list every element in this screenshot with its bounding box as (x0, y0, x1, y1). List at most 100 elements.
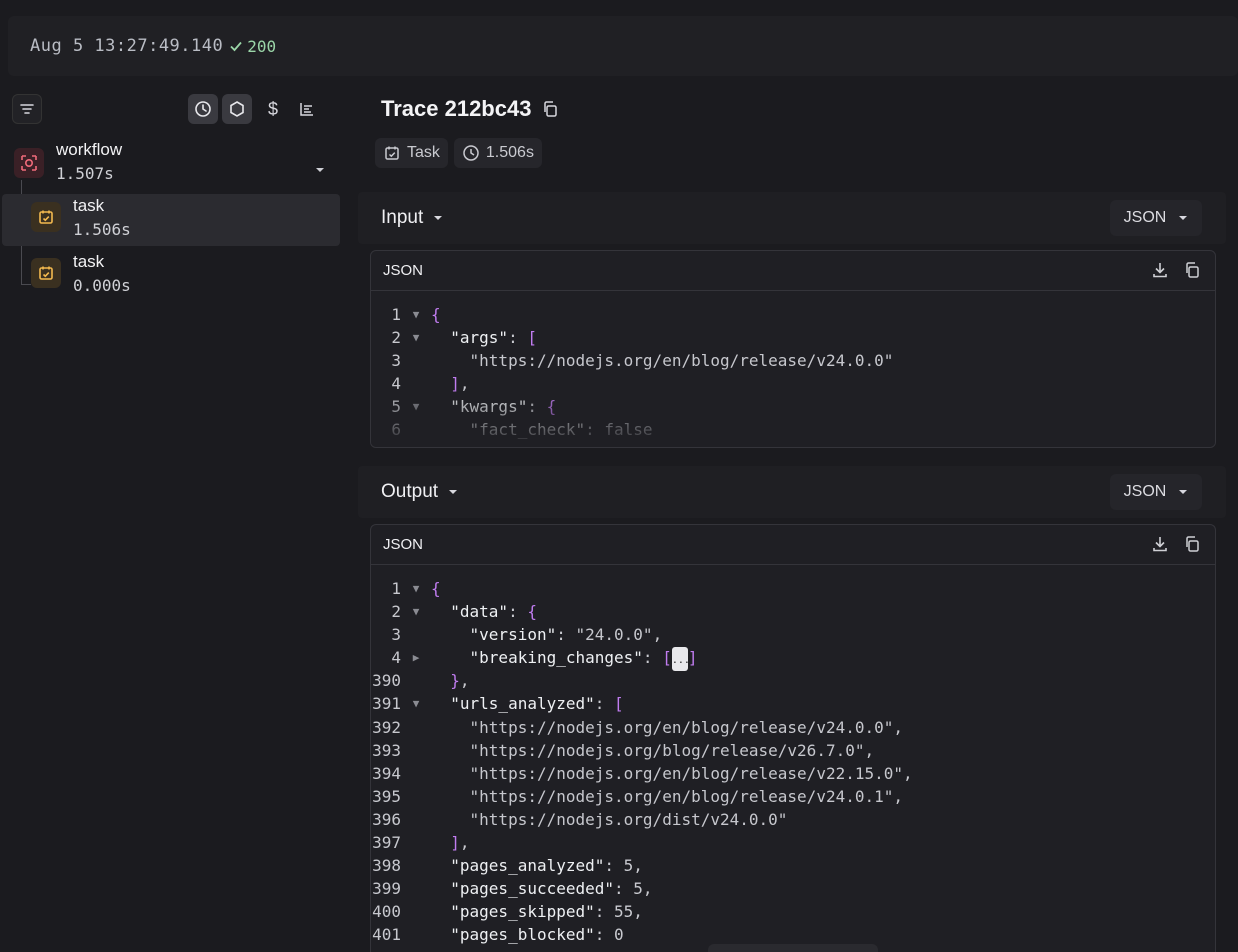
fold-toggle-icon[interactable]: ▶ (401, 646, 431, 669)
filter-icon (20, 104, 34, 114)
input-toggle[interactable]: Input (381, 207, 443, 229)
output-format-select[interactable]: JSON (1110, 474, 1202, 510)
fold-gutter (401, 762, 431, 785)
format-label: JSON (1123, 209, 1167, 226)
line-number: 4 (391, 374, 401, 394)
code-text: }, (450, 671, 470, 691)
clock-icon (195, 101, 211, 117)
code-text: "urls_analyzed": [ (450, 694, 624, 714)
output-json-panel: JSON 1 ▼{2 ▼ "data": {3 "version": "24.0.0… (370, 524, 1216, 952)
code-text: "https://nodejs.org/blog/release/v26.7.0… (469, 740, 875, 760)
span-name: task (73, 252, 105, 271)
run-timestamp: Aug 5 13:27:49.140 (30, 36, 224, 56)
run-header: Aug 5 13:27:49.140 200 (8, 16, 1238, 76)
input-format-select[interactable]: JSON (1110, 200, 1202, 236)
gantt-view-button[interactable] (292, 94, 322, 124)
download-icon[interactable] (1151, 261, 1169, 279)
fold-gutter (401, 716, 431, 739)
download-icon[interactable] (1151, 535, 1169, 553)
line-number: 2 (391, 602, 401, 622)
workflow-icon (14, 148, 44, 178)
code-text: "https://nodejs.org/en/blog/release/v24.… (469, 351, 894, 371)
hexagon-icon (230, 101, 244, 117)
code-line: 398 "pages_analyzed": 5, (371, 854, 1215, 877)
fold-toggle-icon[interactable]: ▼ (401, 577, 431, 600)
trace-sidebar: $ workflow 1.507s task 1.506s task 0.000… (0, 88, 344, 952)
fold-gutter (401, 623, 431, 646)
status-code: 200 (247, 36, 277, 56)
code-text: ], (450, 374, 470, 394)
fold-toggle-icon[interactable]: ▼ (401, 692, 431, 715)
span-duration: 1.507s (56, 164, 114, 183)
fold-toggle-icon[interactable]: ▼ (401, 326, 431, 349)
panel-title: JSON (383, 536, 424, 553)
format-label: JSON (1123, 483, 1167, 500)
code-line: 4 ▶ "breaking_changes": [...] (371, 646, 1215, 671)
task-icon (31, 258, 61, 288)
fold-gutter (401, 877, 431, 900)
line-number: 2 (391, 328, 401, 348)
timeline-view-button[interactable] (188, 94, 218, 124)
line-number: 392 (372, 717, 401, 737)
output-toggle[interactable]: Output (381, 481, 458, 503)
code-text: "https://nodejs.org/dist/v24.0.0" (469, 809, 788, 829)
line-number: 395 (372, 786, 401, 806)
code-text: "kwargs": { (450, 397, 557, 417)
code-line: 3 "version": "24.0.0", (371, 623, 1215, 646)
fold-gutter (401, 900, 431, 923)
span-task-1[interactable]: task 1.506s (31, 196, 131, 239)
output-label: Output (381, 481, 439, 502)
input-code-view[interactable]: 1 ▼{2 ▼ "args": [3 "https://nodejs.org/en/… (371, 291, 1215, 442)
chevron-down-icon[interactable] (314, 164, 326, 176)
code-text: "https://nodejs.org/en/blog/release/v22.… (469, 763, 913, 783)
span-workflow[interactable]: workflow 1.507s (14, 140, 122, 183)
line-number: 6 (391, 420, 401, 440)
fold-toggle-icon[interactable]: ▼ (401, 303, 431, 326)
fold-gutter (401, 854, 431, 877)
filter-button[interactable] (12, 94, 42, 124)
line-number: 1 (391, 579, 401, 598)
fold-gutter (401, 349, 431, 372)
sidebar-toolbar: $ (12, 94, 322, 124)
code-line: 391 ▼ "urls_analyzed": [ (371, 692, 1215, 715)
collapsed-ellipsis-button[interactable]: ... (671, 646, 690, 671)
copy-icon[interactable] (1183, 261, 1201, 279)
caret-down-icon (1179, 216, 1188, 220)
copy-icon[interactable] (1183, 535, 1201, 553)
chart-icon (300, 103, 313, 116)
code-line: 392 "https://nodejs.org/en/blog/release/… (371, 716, 1215, 739)
code-text: "breaking_changes": [...] (431, 646, 697, 671)
fold-gutter (401, 831, 431, 854)
span-duration: 1.506s (73, 220, 131, 239)
dollar-icon: $ (267, 98, 278, 119)
copy-icon[interactable] (541, 100, 559, 118)
code-line: 399 "pages_succeeded": 5, (371, 877, 1215, 900)
span-name: task (73, 196, 105, 215)
code-line: 400 "pages_skipped": 55, (371, 900, 1215, 923)
code-text: "fact_check": false (469, 420, 653, 440)
tokens-view-button[interactable] (222, 94, 252, 124)
code-text: "pages_skipped": 55, (450, 902, 643, 922)
cost-view-button[interactable]: $ (258, 94, 288, 124)
code-text: "pages_blocked": 0 (450, 925, 624, 945)
code-text: ], (450, 833, 470, 853)
fold-toggle-icon[interactable]: ▼ (401, 600, 431, 623)
output-section-header: Output JSON (358, 466, 1226, 518)
input-label: Input (381, 207, 424, 228)
code-text: "args": [ (450, 328, 537, 348)
input-section-header: Input JSON (358, 192, 1226, 244)
line-number: 399 (372, 879, 401, 899)
code-line: 2 ▼ "data": { (371, 600, 1215, 623)
line-number: 394 (372, 763, 401, 783)
line-number: 3 (391, 351, 401, 371)
check-icon (230, 41, 242, 52)
span-task-2[interactable]: task 0.000s (31, 252, 131, 295)
code-line: 4 ], (371, 372, 1215, 395)
line-number: 393 (372, 740, 401, 760)
caret-down-icon (434, 216, 443, 220)
output-code-view[interactable]: 1 ▼{2 ▼ "data": {3 "version": "24.0.0", 4 ▶ … (371, 565, 1215, 947)
panel-title: JSON (383, 262, 424, 279)
fold-gutter (401, 808, 431, 831)
caret-down-icon (449, 490, 458, 494)
fold-toggle-icon[interactable]: ▼ (401, 395, 431, 418)
